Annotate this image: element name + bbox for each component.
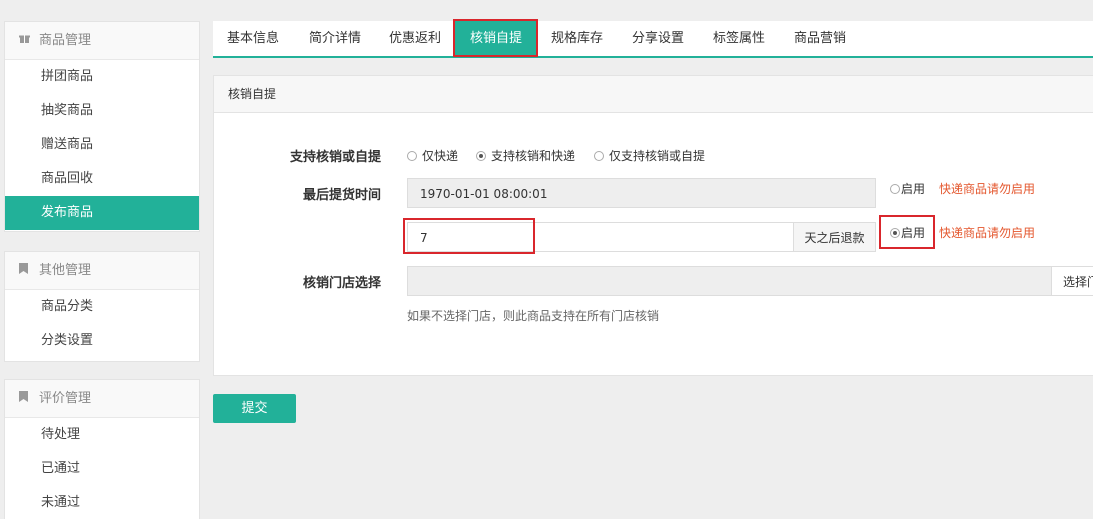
store-select-label: 核销门店选择: [302, 276, 381, 291]
option-label: 仅支持核销或自提: [609, 149, 706, 163]
sidebar-group-review: 评价管理 待处理 已通过 未通过: [4, 379, 200, 519]
highlight-box-refund-input: [403, 218, 535, 254]
select-store-button[interactable]: 选择门: [1051, 266, 1093, 296]
express-warning: 快递商品请勿启用: [939, 182, 1036, 196]
radio-verify-and-express[interactable]: 支持核销和快递: [476, 147, 575, 164]
sidebar-item-recycle[interactable]: 商品回收: [5, 162, 199, 196]
bookmark-icon: [19, 380, 31, 418]
support-label: 支持核销或自提: [289, 150, 381, 165]
option-label: 仅快递: [422, 149, 459, 163]
tab-tag-attributes[interactable]: 标签属性: [713, 21, 765, 56]
sidebar-group-title: 其他管理: [39, 263, 92, 278]
sidebar-group-goods: 商品管理 拼团商品 抽奖商品 赠送商品 商品回收 发布商品: [4, 21, 200, 232]
express-warning: 快递商品请勿启用: [939, 226, 1036, 240]
radio-checked-icon: [476, 151, 486, 161]
highlight-box-enable-radio: [879, 215, 935, 249]
tab-basic-info[interactable]: 基本信息: [227, 21, 279, 56]
sidebar-group-title: 商品管理: [39, 33, 92, 48]
refund-days-suffix: 天之后退款: [793, 222, 876, 252]
tab-intro-details[interactable]: 简介详情: [309, 21, 361, 56]
sidebar-group-header[interactable]: 商品管理: [5, 22, 199, 60]
highlight-box-tab: [453, 19, 538, 57]
panel-title: 核销自提: [214, 76, 1093, 113]
tab-discount-rebate[interactable]: 优惠返利: [389, 21, 441, 56]
last-pickup-label: 最后提货时间: [302, 188, 381, 203]
tab-bar: 基本信息 简介详情 优惠返利 核销自提 规格库存 分享设置 标签属性 商品营销: [213, 21, 1093, 58]
radio-icon: [594, 151, 604, 161]
gift-icon: [19, 22, 31, 60]
sidebar-item-gift[interactable]: 赠送商品: [5, 128, 199, 162]
sidebar-group-header[interactable]: 其他管理: [5, 252, 199, 290]
sidebar-item-approved[interactable]: 已通过: [5, 452, 199, 486]
sidebar-item-publish[interactable]: 发布商品: [5, 196, 199, 230]
enable-pickup-time-radio[interactable]: 启用: [890, 180, 925, 197]
store-select-input[interactable]: [407, 266, 1052, 296]
radio-verify-or-pickup-only[interactable]: 仅支持核销或自提: [594, 147, 705, 164]
sidebar-item-rejected[interactable]: 未通过: [5, 486, 199, 519]
sidebar-item-lottery[interactable]: 抽奖商品: [5, 94, 199, 128]
bookmark-icon: [19, 252, 31, 290]
radio-icon: [407, 151, 417, 161]
sidebar-item-category[interactable]: 商品分类: [5, 290, 199, 324]
sidebar-group-title: 评价管理: [39, 391, 92, 406]
submit-button[interactable]: 提交: [213, 394, 296, 423]
store-select-hint: 如果不选择门店，则此商品支持在所有门店核销: [407, 309, 660, 323]
sidebar-item-pending[interactable]: 待处理: [5, 418, 199, 452]
option-label: 支持核销和快递: [491, 149, 576, 163]
sidebar-item-group-buy[interactable]: 拼团商品: [5, 60, 199, 94]
radio-express-only[interactable]: 仅快递: [407, 147, 458, 164]
sidebar-item-category-settings[interactable]: 分类设置: [5, 324, 199, 358]
sidebar-group-other: 其他管理 商品分类 分类设置: [4, 251, 200, 362]
tab-goods-marketing[interactable]: 商品营销: [794, 21, 846, 56]
tab-spec-stock[interactable]: 规格库存: [551, 21, 603, 56]
option-label: 启用: [901, 182, 926, 196]
sidebar-group-header[interactable]: 评价管理: [5, 380, 199, 418]
last-pickup-time-input[interactable]: 1970-01-01 08:00:01: [407, 178, 876, 208]
radio-icon: [890, 184, 900, 194]
tab-share-settings[interactable]: 分享设置: [632, 21, 684, 56]
